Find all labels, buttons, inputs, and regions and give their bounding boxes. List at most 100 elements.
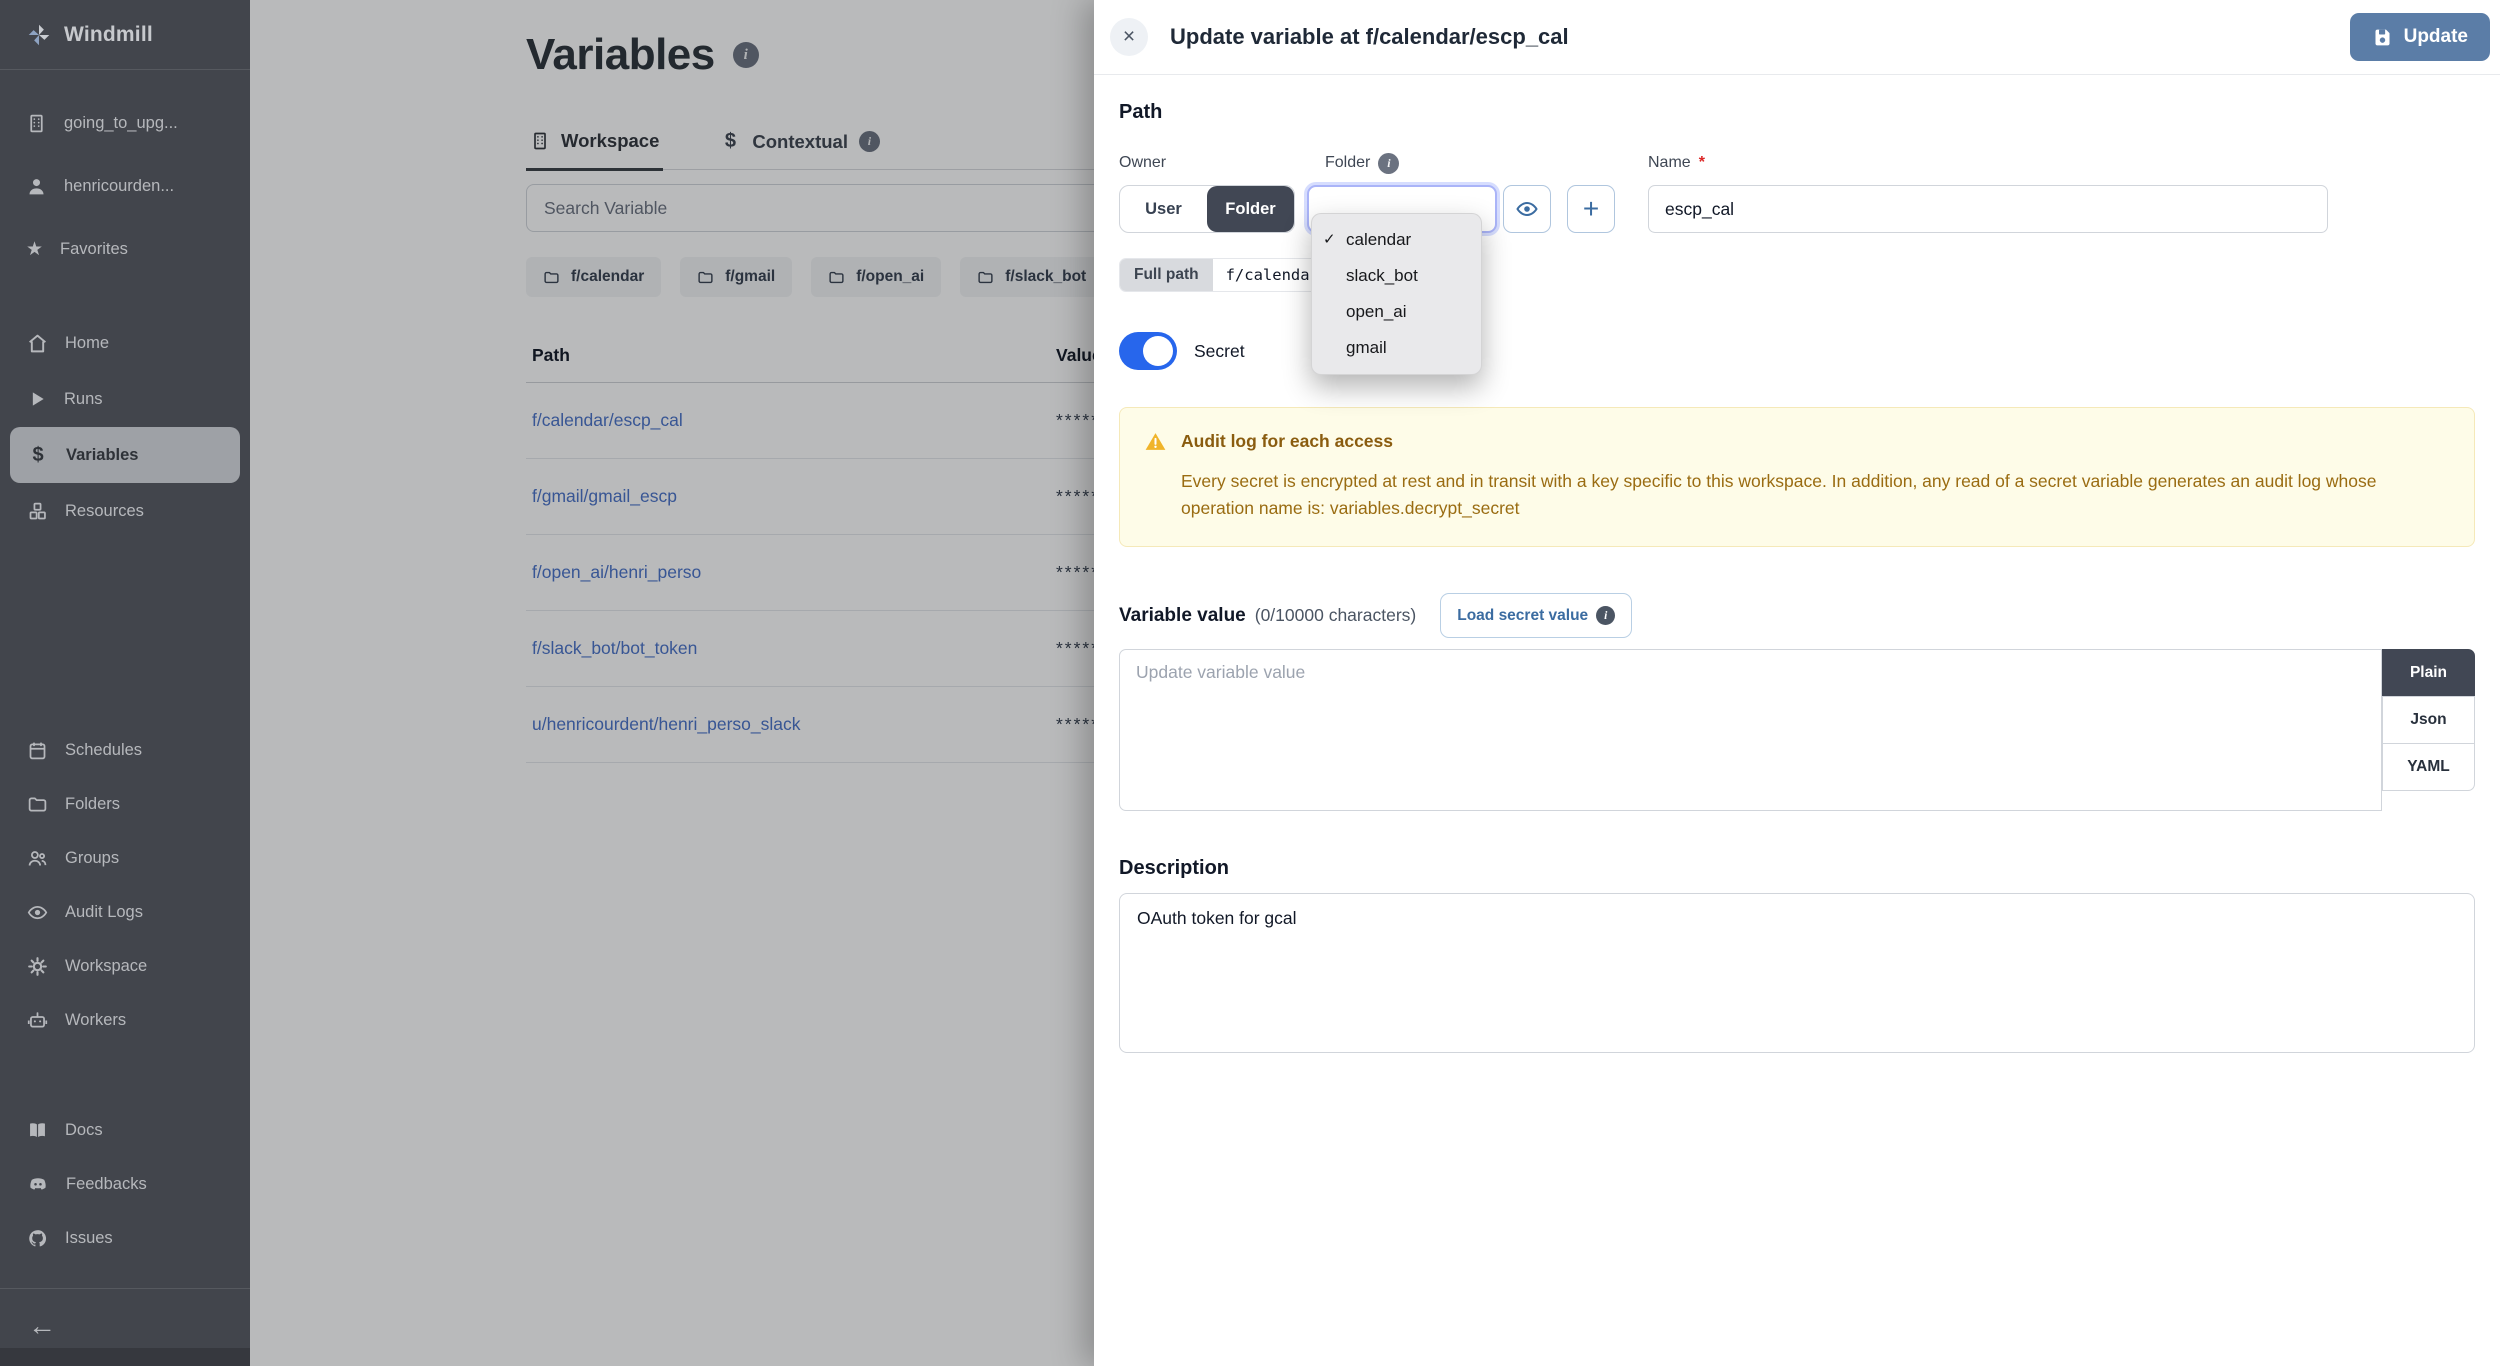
sidebar-item-label: Workspace [65,957,147,976]
sidebar-item-feedbacks[interactable]: Feedbacks [10,1157,240,1211]
load-secret-value-button[interactable]: Load secret value i [1440,593,1632,638]
dropdown-option-calendar[interactable]: ✓ calendar [1312,222,1481,258]
sidebar-item-resources[interactable]: Resources [10,483,240,539]
name-label: Name [1648,151,1691,175]
format-tabs: Plain Json YAML [2382,649,2475,791]
secret-toggle[interactable] [1119,332,1177,370]
secret-label: Secret [1194,341,1245,362]
description-textarea[interactable]: OAuth token for gcal [1119,893,2475,1053]
info-icon: i [1378,153,1399,174]
github-icon [27,1228,48,1249]
sidebar-item-runs[interactable]: Runs [10,371,240,427]
dropdown-option-label: open_ai [1346,302,1407,321]
required-asterisk: * [1699,151,1705,175]
sidebar-item-label: Workers [65,1011,126,1030]
home-icon [27,333,48,354]
favorites-label: Favorites [60,240,128,259]
sidebar-item-issues[interactable]: Issues [10,1211,240,1265]
dollar-icon: $ [27,444,49,467]
star-icon: ★ [26,238,43,261]
folder-icon [27,794,48,815]
owner-kind-toggle: User Folder [1119,185,1295,233]
dropdown-option-label: gmail [1346,338,1387,357]
sidebar-item-variables[interactable]: $ Variables [10,427,240,483]
brand-name: Windmill [64,23,153,47]
path-section-heading: Path [1119,99,2475,125]
update-button[interactable]: Update [2350,13,2490,61]
format-tab-json[interactable]: Json [2382,696,2475,744]
sidebar-bottom-strip [0,1348,250,1366]
owner-option-folder[interactable]: Folder [1207,186,1294,232]
brand[interactable]: Windmill [0,0,250,70]
info-icon: i [1596,606,1615,625]
user-icon [26,176,47,197]
dropdown-option-slack-bot[interactable]: slack_bot [1312,258,1481,294]
name-input[interactable] [1648,185,2328,233]
owner-option-user[interactable]: User [1120,186,1207,232]
sidebar-item-label: Feedbacks [66,1175,147,1194]
groups-icon [27,848,48,869]
sidebar-item-label: Home [65,334,109,353]
gear-icon [27,956,48,977]
sidebar-item-groups[interactable]: Groups [10,831,240,885]
audit-log-warning: Audit log for each access Every secret i… [1119,407,2475,547]
dropdown-option-label: slack_bot [1346,266,1418,285]
dropdown-option-open-ai[interactable]: open_ai [1312,294,1481,330]
description-heading: Description [1119,855,2475,881]
sidebar-item-docs[interactable]: Docs [10,1103,240,1157]
robot-icon [27,1010,48,1031]
eye-icon [1515,197,1539,221]
warning-title: Audit log for each access [1181,431,1393,452]
sidebar-item-schedules[interactable]: Schedules [10,723,240,777]
full-path-label: Full path [1120,259,1213,291]
view-folder-button[interactable] [1503,185,1551,233]
sidebar-item-label: Resources [65,502,144,521]
format-tab-plain[interactable]: Plain [2382,649,2475,697]
dropdown-option-gmail[interactable]: gmail [1312,330,1481,366]
save-icon [2372,27,2393,48]
character-counter: (0/10000 characters) [1255,605,1416,626]
sidebar-item-label: Groups [65,849,119,868]
sidebar-item-label: Issues [65,1229,113,1248]
update-button-label: Update [2404,26,2468,48]
sidebar-item-home[interactable]: Home [10,315,240,371]
folder-label: Folder [1325,151,1370,175]
toggle-knob [1143,336,1173,366]
building-icon [26,113,47,134]
sidebar-item-workspace[interactable]: Workspace [10,939,240,993]
close-icon[interactable]: × [1110,18,1148,56]
variable-value-textarea[interactable] [1119,649,2382,811]
variable-value-heading: Variable value [1119,605,1246,627]
add-folder-button[interactable]: + [1567,185,1615,233]
owner-field: Owner User Folder [1119,151,1295,233]
sidebar-item-label: Runs [64,390,103,409]
collapse-sidebar-arrow-icon[interactable]: ← [28,1312,56,1340]
favorites-menu[interactable]: ★ Favorites [0,218,250,281]
folder-dropdown-menu: ✓ calendar slack_bot open_ai gmail [1311,213,1482,375]
sidebar: Windmill going_to_upg... henricourden...… [0,0,250,1366]
sidebar-item-label: Schedules [65,741,142,760]
sidebar-item-label: Variables [66,446,138,465]
sidebar-item-label: Folders [65,795,120,814]
play-icon [27,389,47,409]
calendar-icon [27,740,48,761]
windmill-logo-icon [26,22,52,48]
discord-icon [27,1173,49,1195]
workspace-selector[interactable]: going_to_upg... [0,92,250,155]
owner-label: Owner [1119,151,1295,175]
user-selector[interactable]: henricourden... [0,155,250,218]
drawer-title: Update variable at f/calendar/escp_cal [1170,24,1569,50]
warning-triangle-icon [1144,430,1167,453]
workspace-selector-label: going_to_upg... [64,114,178,133]
warning-body: Every secret is encrypted at rest and in… [1181,468,2450,522]
sidebar-item-workers[interactable]: Workers [10,993,240,1047]
format-tab-yaml[interactable]: YAML [2382,743,2475,791]
sidebar-item-audit-logs[interactable]: Audit Logs [10,885,240,939]
sidebar-item-label: Docs [65,1121,103,1140]
dropdown-option-label: calendar [1346,230,1411,249]
eye-icon [27,902,48,923]
sidebar-item-folders[interactable]: Folders [10,777,240,831]
update-variable-drawer: × Update variable at f/calendar/escp_cal… [1094,0,2500,1366]
book-icon [27,1120,48,1141]
user-selector-label: henricourden... [64,177,174,196]
